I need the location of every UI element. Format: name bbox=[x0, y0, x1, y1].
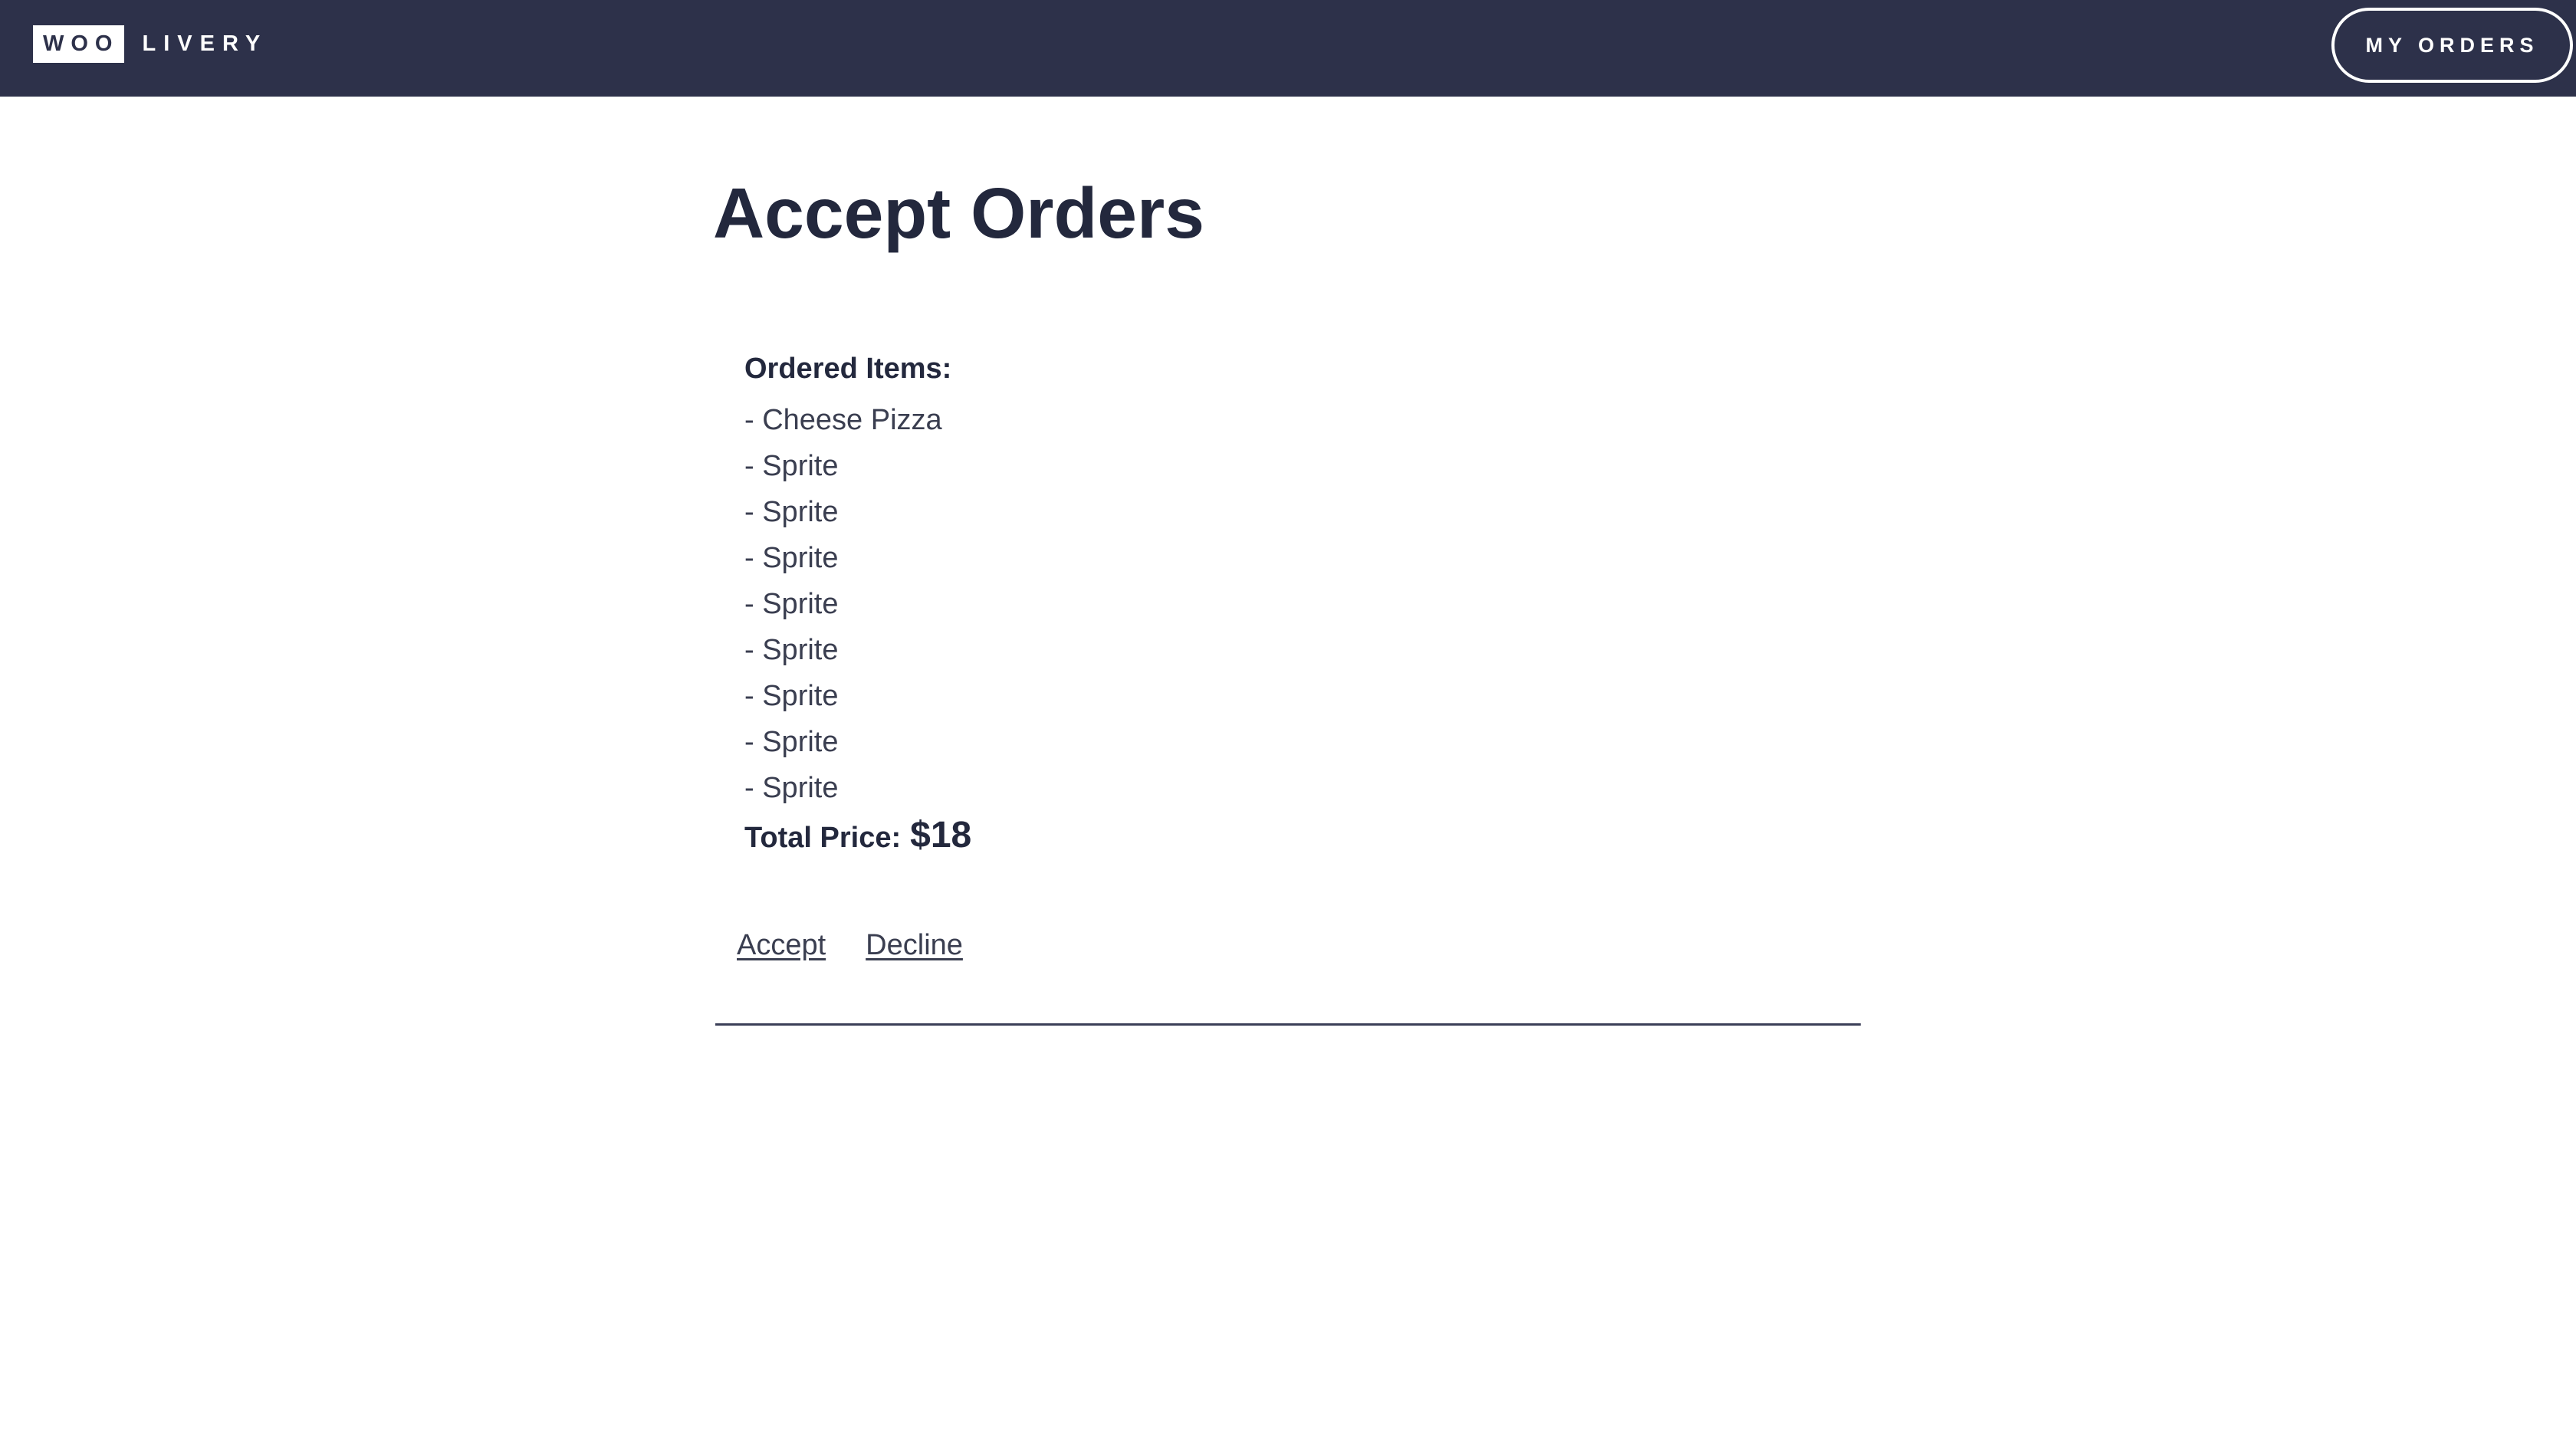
brand-logo[interactable]: WOO LIVERY bbox=[33, 25, 268, 63]
decline-link[interactable]: Decline bbox=[866, 929, 963, 962]
my-orders-button[interactable]: MY ORDERS bbox=[2331, 8, 2573, 83]
logo-box: WOO bbox=[33, 25, 124, 63]
list-item: - Sprite bbox=[744, 542, 839, 574]
order-actions: Accept Decline bbox=[737, 929, 963, 962]
list-item: - Sprite bbox=[744, 450, 839, 482]
page-title: Accept Orders bbox=[713, 173, 1204, 253]
total-price: Total Price: $18 bbox=[744, 814, 971, 856]
list-item: - Sprite bbox=[744, 680, 839, 712]
total-price-label: Total Price: bbox=[744, 822, 902, 854]
logo-text: LIVERY bbox=[142, 31, 268, 56]
list-item: - Sprite bbox=[744, 726, 839, 758]
list-item: - Sprite bbox=[744, 772, 839, 804]
list-item: - Cheese Pizza bbox=[744, 404, 942, 436]
order-card: Ordered Items: - Cheese Pizza - Sprite -… bbox=[715, 337, 1861, 1026]
ordered-items-list: - Cheese Pizza - Sprite - Sprite - Sprit… bbox=[744, 397, 942, 811]
top-navbar: WOO LIVERY MY ORDERS bbox=[0, 0, 2576, 97]
list-item: - Sprite bbox=[744, 588, 839, 620]
ordered-items-heading: Ordered Items: bbox=[744, 353, 952, 385]
list-item: - Sprite bbox=[744, 496, 839, 528]
list-item: - Sprite bbox=[744, 634, 839, 666]
total-price-value: $18 bbox=[910, 815, 972, 855]
accept-link[interactable]: Accept bbox=[737, 929, 826, 962]
